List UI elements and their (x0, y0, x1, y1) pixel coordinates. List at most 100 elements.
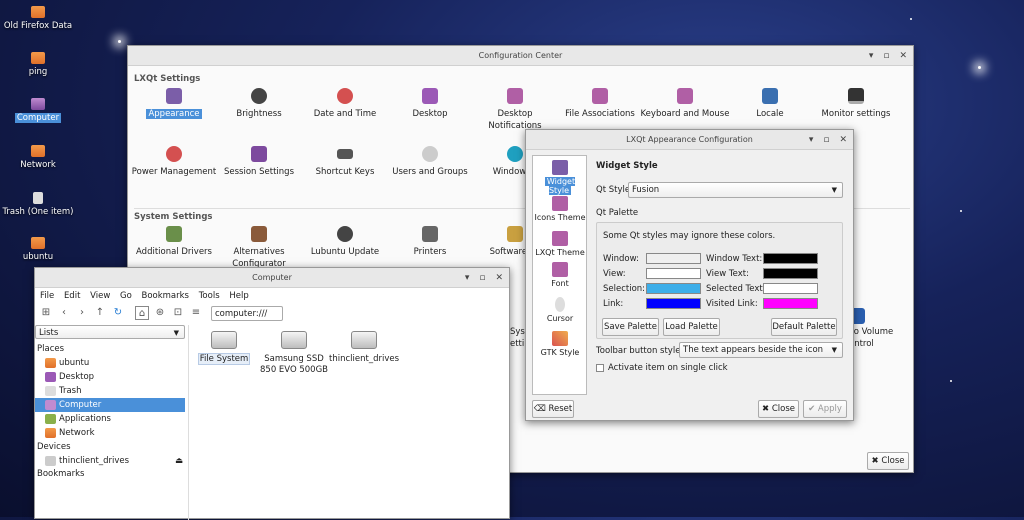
save-palette-button[interactable]: Save Palette (602, 318, 659, 336)
path-bar[interactable]: computer:/// (211, 306, 283, 321)
sidebar-item-font[interactable]: Font (533, 262, 587, 288)
lxqt-theme-icon (552, 231, 568, 246)
cc-item-locale[interactable]: Locale (725, 88, 815, 120)
file-item-thinclient-drives[interactable]: thinclient_drives (329, 331, 399, 365)
eject-icon[interactable]: ⏏ (175, 454, 183, 468)
cc-item-keyboard-mouse[interactable]: Keyboard and Mouse (640, 88, 730, 120)
minimize-icon[interactable]: ▾ (465, 273, 470, 283)
maximize-icon[interactable]: ▫ (823, 135, 829, 145)
visited-link-color-swatch[interactable] (763, 298, 818, 309)
cc-item-shortcut-keys[interactable]: Shortcut Keys (300, 146, 390, 178)
menu-edit[interactable]: Edit (64, 291, 80, 301)
cc-item-alternatives-configurator[interactable]: Alternatives Configurator (214, 226, 304, 270)
cc-item-additional-drivers[interactable]: Additional Drivers (129, 226, 219, 258)
place-applications[interactable]: Applications (35, 412, 185, 426)
menu-bookmarks[interactable]: Bookmarks (141, 291, 189, 301)
locale-icon (762, 88, 778, 104)
cc-item-date-time[interactable]: Date and Time (300, 88, 390, 120)
cc-item-printers[interactable]: Printers (385, 226, 475, 258)
place-trash[interactable]: Trash (35, 384, 185, 398)
file-associations-icon (592, 88, 608, 104)
cc-item-monitor-settings[interactable]: Monitor settings (811, 88, 901, 120)
close-icon[interactable]: ✕ (899, 51, 907, 61)
desktop-icon-ping[interactable]: ping (0, 52, 83, 77)
folder-icon (31, 52, 45, 64)
place-computer[interactable]: Computer (35, 398, 185, 412)
menu-help[interactable]: Help (229, 291, 248, 301)
cc-item-session-settings[interactable]: Session Settings (214, 146, 304, 178)
place-desktop[interactable]: Desktop (35, 370, 185, 384)
file-item-file-system[interactable]: File System (189, 331, 259, 365)
drive-icon (211, 331, 237, 349)
home-icon[interactable]: ⌂ (135, 306, 149, 320)
place-network[interactable]: Network (35, 426, 185, 440)
cc-item-desktop[interactable]: Desktop (385, 88, 475, 120)
single-click-checkbox[interactable] (596, 364, 604, 372)
cc-item-power-management[interactable]: Power Management (129, 146, 219, 178)
sidebar-item-widget-style[interactable]: Widget Style (533, 160, 587, 195)
desktop-icon-trash[interactable]: Trash (One item) (0, 192, 83, 217)
close-button[interactable]: ✖ Close (758, 400, 799, 418)
menu-tools[interactable]: Tools (199, 291, 220, 301)
sidebar-item-lxqt-theme[interactable]: LXQt Theme (533, 231, 587, 257)
back-icon[interactable]: ‹ (57, 306, 71, 320)
maximize-icon[interactable]: ▫ (479, 273, 485, 283)
close-icon[interactable]: ✕ (839, 135, 847, 145)
new-tab-icon[interactable]: ⊞ (39, 306, 53, 320)
qt-style-select[interactable]: Fusion ▼ (628, 182, 843, 198)
trash-icon (45, 386, 56, 396)
device-thinclient-drives[interactable]: thinclient_drives ⏏ (35, 454, 185, 468)
menu-go[interactable]: Go (120, 291, 132, 301)
cc-item-lubuntu-update[interactable]: Lubuntu Update (300, 226, 390, 258)
sidebar-item-cursor[interactable]: Cursor (533, 297, 587, 323)
cc-item-brightness[interactable]: Brightness (214, 88, 304, 120)
chevron-down-icon: ▼ (831, 186, 837, 194)
place-ubuntu[interactable]: ubuntu (35, 356, 185, 370)
maximize-icon[interactable]: ▫ (883, 51, 889, 61)
computer-icon (31, 98, 45, 110)
icon-view-icon[interactable]: ⊛ (153, 306, 167, 320)
side-pane-mode-select[interactable]: Lists ▼ (35, 325, 185, 339)
cc-item-users-groups[interactable]: Users and Groups (385, 146, 475, 178)
view-text-color-swatch[interactable] (763, 268, 818, 279)
cc-item-appearance[interactable]: Appearance (129, 88, 219, 120)
reload-icon[interactable]: ↻ (111, 306, 125, 320)
selection-color-swatch[interactable] (646, 283, 701, 294)
minimize-icon[interactable]: ▾ (869, 51, 874, 61)
toolbar-style-select[interactable]: The text appears beside the icon ▼ (679, 342, 843, 358)
selected-text-color-swatch[interactable] (763, 283, 818, 294)
drivers-icon (166, 226, 182, 242)
window-color-swatch[interactable] (646, 253, 701, 264)
desktop-icon-network[interactable]: Network (0, 145, 83, 170)
alternatives-icon (251, 226, 267, 242)
close-button[interactable]: ✖ Close (867, 452, 909, 470)
file-manager-window: Computer ▾ ▫ ✕ File Edit View Go Bookmarks… (34, 267, 510, 520)
list-view-icon[interactable]: ≡ (189, 306, 203, 320)
view-color-swatch[interactable] (646, 268, 701, 279)
forward-icon[interactable]: › (75, 306, 89, 320)
menu-file[interactable]: File (40, 291, 54, 301)
printer-icon (422, 226, 438, 242)
cursor-icon (555, 297, 565, 312)
minimize-icon[interactable]: ▾ (809, 135, 814, 145)
default-palette-button[interactable]: Default Palette (771, 318, 837, 336)
load-palette-button[interactable]: Load Palette (663, 318, 720, 336)
sidebar-item-icons-theme[interactable]: Icons Theme (533, 196, 587, 222)
thumbnail-view-icon[interactable]: ⊡ (171, 306, 185, 320)
desktop-icon-computer[interactable]: Computer (0, 98, 83, 123)
link-color-swatch[interactable] (646, 298, 701, 309)
window-title: Configuration Center (478, 51, 563, 60)
up-icon[interactable]: ↑ (93, 306, 107, 320)
close-icon[interactable]: ✕ (495, 273, 503, 283)
window-text-color-swatch[interactable] (763, 253, 818, 264)
menu-view[interactable]: View (90, 291, 110, 301)
apply-button[interactable]: ✔ Apply (803, 400, 847, 418)
reset-button[interactable]: ⌫ Reset (532, 400, 574, 418)
file-item-samsung-ssd[interactable]: Samsung SSD 850 EVO 500GB (259, 331, 329, 376)
cc-item-file-associations[interactable]: File Associations (555, 88, 645, 120)
software-icon (507, 226, 523, 242)
sidebar-item-gtk-style[interactable]: GTK Style (533, 331, 587, 357)
cc-item-desktop-notifications[interactable]: Desktop Notifications (470, 88, 560, 132)
desktop-icon-old-firefox-data[interactable]: Old Firefox Data (0, 6, 83, 31)
desktop-icon-ubuntu[interactable]: ubuntu (0, 237, 83, 262)
